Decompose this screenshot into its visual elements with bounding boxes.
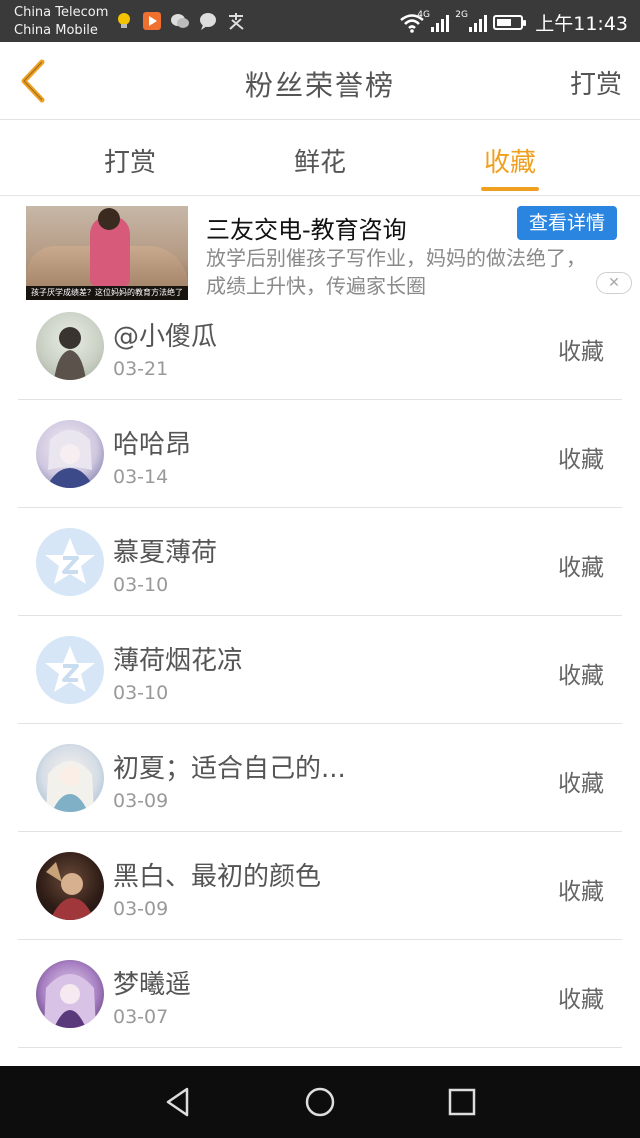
avatar[interactable] — [36, 960, 104, 1028]
fan-date: 03-09 — [113, 790, 169, 812]
fan-name: 慕夏薄荷 — [113, 538, 218, 568]
carrier-info: China Telecom China Mobile — [14, 4, 108, 40]
default-avatar-icon — [45, 646, 95, 692]
avatar[interactable] — [36, 420, 104, 488]
network-type-1: 4G — [417, 9, 430, 20]
network-type-2: 2G — [455, 9, 468, 20]
fan-name: 哈哈昂 — [113, 430, 192, 460]
default-avatar-icon — [45, 538, 95, 584]
tab-flowers[interactable]: 鲜花 — [260, 142, 380, 179]
wechat-icon — [171, 14, 189, 28]
recents-square-icon[interactable] — [444, 1084, 480, 1120]
avatar[interactable] — [36, 636, 104, 704]
fan-action: 收藏 — [558, 339, 604, 365]
list-item[interactable]: 梦曦遥 03-07 收藏 — [0, 940, 640, 1048]
fan-action: 收藏 — [558, 447, 604, 473]
fan-action: 收藏 — [558, 555, 604, 581]
list-item[interactable]: 初夏；适合自己的... 03-09 收藏 — [0, 724, 640, 832]
fan-list: @小傻瓜 03-21 收藏 哈哈昂 03-14 收藏 慕夏薄荷 03-10 收藏… — [0, 292, 640, 1048]
alipay-icon — [229, 13, 244, 30]
avatar[interactable] — [36, 852, 104, 920]
reward-button[interactable]: 打赏 — [570, 64, 622, 101]
tab-bar: 打赏 鲜花 收藏 — [0, 120, 640, 196]
list-item[interactable]: 慕夏薄荷 03-10 收藏 — [0, 508, 640, 616]
fan-name: 薄荷烟花凉 — [113, 646, 244, 676]
fan-action: 收藏 — [558, 987, 604, 1013]
ad-image[interactable]: 孩子厌学成绩差？这位妈妈的教育方法绝了 — [26, 206, 188, 300]
fan-action: 收藏 — [558, 771, 604, 797]
tab-reward[interactable]: 打赏 — [70, 142, 190, 179]
app-header: 粉丝荣誉榜 打赏 — [0, 42, 640, 120]
active-tab-indicator — [481, 187, 539, 191]
fan-date: 03-21 — [113, 358, 169, 380]
avatar[interactable] — [36, 744, 104, 812]
ad-title[interactable]: 三友交电-教育咨询 — [206, 210, 407, 245]
avatar[interactable] — [36, 312, 104, 380]
list-item[interactable]: 哈哈昂 03-14 收藏 — [0, 400, 640, 508]
system-nav-bar — [0, 1066, 640, 1138]
list-item[interactable]: 薄荷烟花凉 03-10 收藏 — [0, 616, 640, 724]
fan-action: 收藏 — [558, 663, 604, 689]
carrier-mobile: China Mobile — [14, 23, 98, 38]
message-bubble-icon — [200, 13, 216, 30]
status-bar: China Telecom China Mobile 4G 2G 上午11:43 — [0, 0, 640, 42]
signal-icon-1: 4G — [417, 10, 450, 32]
ad-banner[interactable]: 孩子厌学成绩差？这位妈妈的教育方法绝了 三友交电-教育咨询 查看详情 放学后别催… — [0, 198, 640, 306]
close-icon[interactable]: ✕ — [596, 272, 632, 294]
carrier-telecom: China Telecom — [14, 5, 109, 20]
fan-date: 03-14 — [113, 466, 169, 488]
fan-name: @小傻瓜 — [113, 322, 218, 352]
back-triangle-icon[interactable] — [160, 1084, 196, 1120]
avatar[interactable] — [36, 528, 104, 596]
status-time: 上午11:43 — [535, 13, 628, 35]
ad-details-button[interactable]: 查看详情 — [517, 206, 617, 240]
lightbulb-icon — [118, 13, 130, 28]
signal-icon-2: 2G — [455, 10, 488, 32]
fan-name: 梦曦遥 — [113, 970, 192, 1000]
fan-date: 03-07 — [113, 1006, 169, 1028]
list-item[interactable]: 黑白、最初的颜色 03-09 收藏 — [0, 832, 640, 940]
fan-date: 03-09 — [113, 898, 169, 920]
battery-icon — [493, 15, 527, 30]
home-circle-icon[interactable] — [302, 1084, 338, 1120]
list-item[interactable]: @小傻瓜 03-21 收藏 — [0, 292, 640, 400]
page-title: 粉丝荣誉榜 — [244, 69, 395, 102]
fan-date: 03-10 — [113, 574, 169, 596]
fan-date: 03-10 — [113, 682, 169, 704]
status-right: 4G 2G 上午11:43 — [399, 9, 628, 36]
tab-favorites[interactable]: 收藏 — [450, 142, 570, 179]
fan-name: 初夏；适合自己的... — [113, 754, 346, 784]
video-player-icon — [143, 12, 161, 30]
fan-name: 黑白、最初的颜色 — [113, 862, 322, 892]
notification-icons — [114, 11, 246, 31]
fan-action: 收藏 — [558, 879, 604, 905]
